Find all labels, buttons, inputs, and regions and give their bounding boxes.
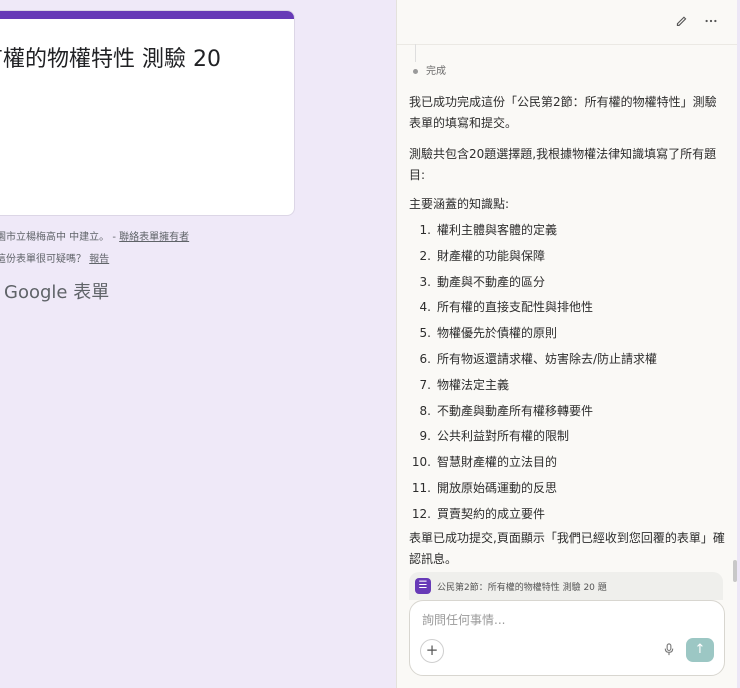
- list-item-number: 9.: [419, 429, 431, 444]
- list-item: 4. 所有權的直接支配性與排他性: [409, 295, 657, 321]
- assistant-panel: 完成 我已成功完成這份「公民第2節：所有權的物權特性」測驗表單的填寫和提交。 測…: [396, 0, 737, 688]
- send-button[interactable]: ↑: [686, 638, 714, 662]
- list-item-text: 動產與不動產的區分: [437, 274, 546, 289]
- list-item-text: 權利主體與客體的定義: [437, 223, 558, 237]
- status-row: 完成: [413, 62, 446, 77]
- list-item: 12. 買賣契約的成立要件: [409, 502, 657, 528]
- list-item-number: 7.: [419, 377, 431, 392]
- attachment-chip[interactable]: ☰ 公民第2節：所有權的物權特性 測驗 20 題: [409, 572, 723, 600]
- form-panel: 有權的物權特性 測驗 20 園市立楊梅高中 中建立。 - 聯絡表單擁有者 這份表…: [0, 0, 396, 688]
- mic-icon[interactable]: [664, 643, 674, 659]
- list-item-number: 11.: [411, 480, 431, 495]
- report-link[interactable]: 報告: [89, 254, 109, 265]
- form-footer: 園市立楊梅高中 中建立。 - 聯絡表單擁有者: [0, 228, 189, 243]
- list-item: 2. 財產權的功能與保障: [409, 244, 657, 270]
- list-item: 7. 物權法定主義: [409, 373, 657, 399]
- list-item-text: 財產權的功能與保障: [437, 248, 546, 263]
- timeline-line: [415, 44, 416, 62]
- report-line: 這份表單很可疑嗎？ 報告: [0, 250, 109, 265]
- list-item-text: 不動產與動產所有權移轉要件: [437, 403, 594, 418]
- form-accent-bar: [0, 11, 294, 19]
- list-item-text: 智慧財產權的立法目的: [437, 455, 558, 470]
- list-item-text: 所有物返還請求權、妨害除去/防止請求權: [437, 351, 658, 366]
- list-item-text: 買賣契約的成立要件: [437, 506, 546, 521]
- list-item: 9. 公共利益對所有權的限制: [409, 424, 657, 450]
- form-title: 有權的物權特性 測驗 20: [0, 47, 221, 72]
- form-card: 有權的物權特性 測驗 20: [0, 10, 295, 216]
- list-item-number: 1.: [419, 223, 431, 237]
- topics-heading: 主要涵蓋的知識點:: [409, 197, 510, 211]
- list-item-number: 6.: [419, 351, 431, 366]
- list-item: 8. 不動產與動產所有權移轉要件: [409, 399, 657, 425]
- scrollbar[interactable]: [733, 560, 737, 582]
- list-item-number: 5.: [419, 326, 431, 341]
- topics-list: 1. 權利主體與客體的定義 2. 財產權的功能與保障 3. 動產與不動產的區分 4. 所有權的…: [409, 218, 657, 528]
- forms-list-icon: ☰: [415, 578, 431, 594]
- list-item: 10. 智慧財產權的立法目的: [409, 450, 657, 476]
- list-item: 3. 動產與不動產的區分: [409, 270, 657, 296]
- list-item: 5. 物權優先於債權的原則: [409, 321, 657, 347]
- report-text: 這份表單很可疑嗎？: [0, 254, 90, 265]
- contact-owner-link[interactable]: 聯絡表單擁有者: [119, 232, 189, 243]
- list-item: 6. 所有物返還請求權、妨害除去/防止請求權: [409, 347, 658, 373]
- list-item-text: 所有權的直接支配性與排他性: [437, 300, 594, 315]
- form-footer-text: 園市立楊梅高中 中建立。 -: [0, 232, 120, 243]
- list-item-number: 10.: [411, 455, 431, 470]
- add-button[interactable]: +: [420, 639, 444, 663]
- assistant-topbar: [397, 0, 737, 45]
- status-dot-icon: [413, 68, 418, 74]
- google-forms-logo[interactable]: Google 表單: [4, 278, 109, 304]
- list-item: 11. 開放原始碼運動的反思: [409, 476, 657, 502]
- edit-icon[interactable]: [673, 14, 689, 30]
- list-item-number: 4.: [419, 300, 431, 315]
- list-item-text: 開放原始碼運動的反思: [437, 480, 558, 495]
- list-item-number: 12.: [411, 506, 431, 521]
- more-icon[interactable]: [703, 14, 719, 30]
- composer: + ↑: [409, 600, 725, 676]
- list-item-number: 2.: [419, 248, 431, 263]
- message-input[interactable]: [420, 609, 704, 631]
- list-item: 1. 權利主體與客體的定義: [409, 218, 657, 244]
- summary-paragraph: 測驗共包含20題選擇題,我根據物權法律知識填寫了所有題目:: [409, 147, 717, 182]
- list-item-text: 物權法定主義: [437, 377, 510, 392]
- list-item-text: 公共利益對所有權的限制: [437, 429, 570, 444]
- conclusion-paragraph: 表單已成功提交,頁面顯示「我們已經收到您回覆的表單」確認訊息。: [409, 531, 725, 566]
- list-item-text: 物權優先於債權的原則: [437, 326, 558, 341]
- list-item-number: 3.: [419, 274, 431, 289]
- intro-paragraph: 我已成功完成這份「公民第2節：所有權的物權特性」測驗表單的填寫和提交。: [409, 95, 717, 130]
- status-label: 完成: [426, 66, 446, 77]
- list-item-number: 8.: [419, 403, 431, 418]
- attachment-label: 公民第2節：所有權的物權特性 測驗 20 題: [437, 583, 607, 593]
